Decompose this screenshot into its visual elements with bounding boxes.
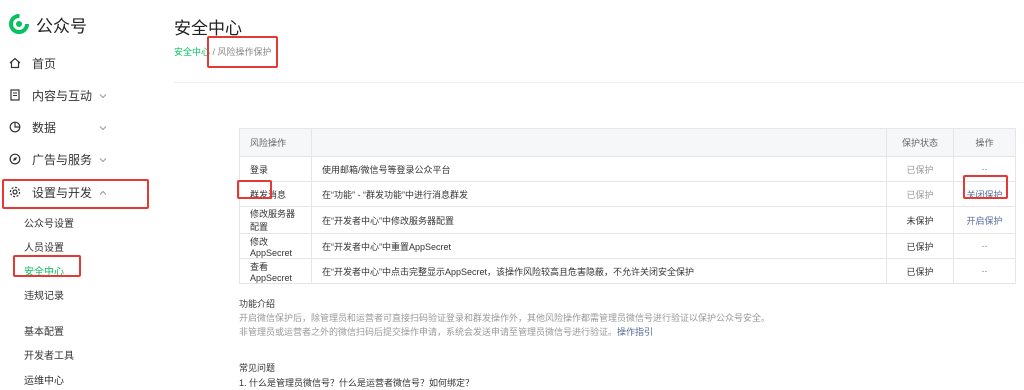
table-row: 修改服务器配置 在“开发者中心”中修改服务器配置 未保护 开启保护 xyxy=(239,206,1016,234)
highlight-box xyxy=(13,255,81,277)
cell-operation: 登录 xyxy=(239,156,312,182)
pie-chart-icon xyxy=(8,120,22,134)
nav-item-label: 广告与服务 xyxy=(32,152,93,167)
chevron-down-icon xyxy=(98,90,108,100)
nav-item-label: 数据 xyxy=(32,120,57,135)
table-row: 查看AppSecret 在“开发者中心”中点击完整显示AppSecret，该操作… xyxy=(239,258,1016,284)
intro-text: 开启微信保护后，除管理员和运营者可直接扫码验证登录和群发操作外，其他风险操作都需… xyxy=(239,313,771,323)
nav-item-ads[interactable]: 广告与服务 xyxy=(0,143,155,175)
nav-item-data[interactable]: 数据 xyxy=(0,111,155,143)
faq-question-link[interactable]: 1. 什么是管理员微信号？什么是运营者微信号？如何绑定？ xyxy=(239,376,474,389)
cell-description: 在“功能” - “群发功能”中进行消息群发 xyxy=(311,181,887,207)
column-header-operation: 风险操作 xyxy=(239,128,312,157)
cell-status: 已保护 xyxy=(886,258,954,284)
cell-status: 已保护 xyxy=(886,233,954,259)
cell-description: 在“开发者中心”中修改服务器配置 xyxy=(311,206,887,234)
chevron-down-icon xyxy=(98,122,108,132)
sub-item-basic-config[interactable]: 基本配置 xyxy=(24,323,64,338)
highlight-box xyxy=(207,36,278,68)
cell-action: -- xyxy=(953,233,1016,259)
cell-description: 使用邮箱/微信号等登录公众平台 xyxy=(311,156,887,182)
sub-item-developer-tools[interactable]: 开发者工具 xyxy=(24,347,74,362)
breadcrumb-parent[interactable]: 安全中心 xyxy=(174,47,210,57)
table-row: 登录 使用邮箱/微信号等登录公众平台 已保护 -- xyxy=(239,156,1016,182)
highlight-box xyxy=(2,179,149,209)
risk-operations-table: 风险操作 保护状态 操作 登录 使用邮箱/微信号等登录公众平台 已保护 -- 群… xyxy=(239,128,1016,284)
cell-status: 已保护 xyxy=(886,156,954,182)
faq-title: 常见问题 xyxy=(239,363,276,373)
cell-operation: 修改AppSecret xyxy=(239,233,312,259)
sub-item-account-settings[interactable]: 公众号设置 xyxy=(24,215,74,230)
intro-text: 非管理员或运营者之外的微信扫码后提交操作申请，系统会发送申请至管理员微信号进行验… xyxy=(239,325,653,338)
intro-text-line: 非管理员或运营者之外的微信扫码后提交操作申请，系统会发送申请至管理员微信号进行验… xyxy=(239,327,618,337)
cell-status: 未保护 xyxy=(886,206,954,234)
cell-operation: 查看AppSecret xyxy=(239,258,312,284)
nav-item-content[interactable]: 内容与互动 xyxy=(0,79,155,111)
chevron-down-icon xyxy=(98,154,108,164)
cell-action: -- xyxy=(953,258,1016,284)
table-row: 修改AppSecret 在“开发者中心”中重置AppSecret 已保护 -- xyxy=(239,233,1016,259)
compass-icon xyxy=(8,152,22,166)
nav-item-label: 内容与互动 xyxy=(32,88,93,103)
nav-item-home[interactable]: 首页 xyxy=(0,47,155,79)
table-row: 群发消息 在“功能” - “群发功能”中进行消息群发 已保护 关闭保护 xyxy=(239,181,1016,207)
column-header-action: 操作 xyxy=(953,128,1016,157)
highlight-box xyxy=(963,175,1008,199)
logo[interactable]: 公众号 xyxy=(8,10,87,38)
guide-link[interactable]: 操作指引 xyxy=(617,327,653,337)
column-header-status: 保护状态 xyxy=(886,128,954,157)
sidebar: 公众号 首页 内容与互动 数据 广告与服务 设置与开发 公众号设置 人员设置 安… xyxy=(0,0,155,390)
cell-description: 在“开发者中心”中点击完整显示AppSecret，该操作风险较高且危害隐蔽，不允… xyxy=(311,258,887,284)
document-icon xyxy=(8,88,22,102)
enable-protection-button[interactable]: 开启保护 xyxy=(953,206,1016,234)
cell-status: 已保护 xyxy=(886,181,954,207)
column-header-description xyxy=(311,128,887,157)
cell-operation: 修改服务器配置 xyxy=(239,206,312,234)
sub-item-violation-records[interactable]: 违规记录 xyxy=(24,287,64,302)
table-header-row: 风险操作 保护状态 操作 xyxy=(239,128,1016,157)
cell-description: 在“开发者中心”中重置AppSecret xyxy=(311,233,887,259)
sub-item-ops-center[interactable]: 运维中心 xyxy=(24,372,64,387)
highlight-box xyxy=(237,180,272,199)
nav-item-label: 首页 xyxy=(32,56,57,71)
sub-item-staff-settings[interactable]: 人员设置 xyxy=(24,239,64,254)
logo-icon xyxy=(8,13,30,35)
logo-text: 公众号 xyxy=(36,16,87,36)
home-icon xyxy=(8,56,22,70)
intro-title: 功能介绍 xyxy=(239,299,276,309)
